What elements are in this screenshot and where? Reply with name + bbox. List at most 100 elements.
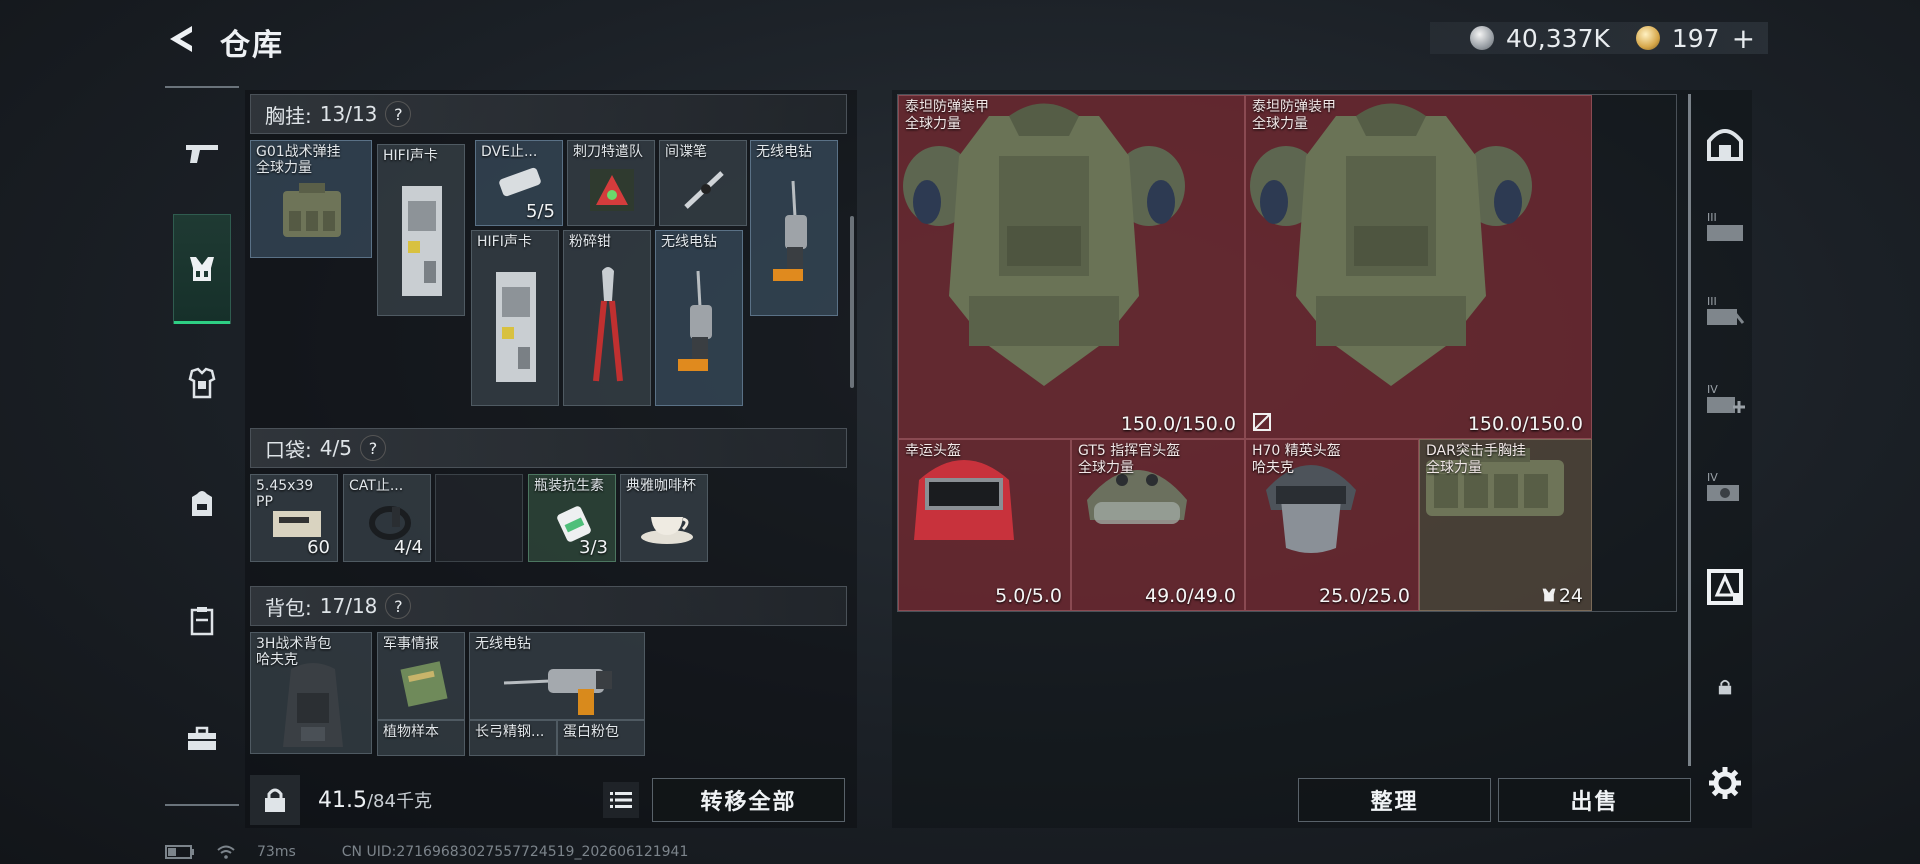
item-slot[interactable]: HIFI声卡 <box>377 144 465 316</box>
list-view-button[interactable] <box>603 782 639 818</box>
item-slot[interactable]: 植物样本 <box>377 720 465 756</box>
item-name: CAT止... <box>349 478 404 494</box>
item-slot[interactable]: 间谍笔 <box>659 140 747 226</box>
item-name: GT5 指挥官头盔 <box>1078 443 1181 459</box>
organize-button[interactable]: 整理 <box>1298 778 1491 822</box>
section-capacity: 17/18 <box>319 594 378 618</box>
back-arrow-icon[interactable] <box>164 22 198 56</box>
item-name: 无线电钻 <box>661 234 717 250</box>
item-faction: 全球力量 <box>1426 460 1482 476</box>
stash-item-slot[interactable]: GT5 指挥官头盔 全球力量 49.0/49.0 <box>1071 439 1245 611</box>
svg-text:III: III <box>1707 211 1717 224</box>
item-faction: 全球力量 <box>905 116 961 132</box>
section-label: 口袋: <box>265 437 312 462</box>
weight-current: 41.5 <box>318 788 367 813</box>
help-icon[interactable]: ? <box>359 435 386 461</box>
stash-tab-3[interactable]: IV <box>1702 376 1748 422</box>
item-name: DVE止... <box>481 144 538 160</box>
stash-item-slot[interactable]: 泰坦防弹装甲 全球力量 150.0/150.0 <box>1245 95 1592 439</box>
safe-box-icon <box>1707 129 1743 161</box>
pocket-slot[interactable]: 瓶装抗生素 3/3 <box>528 474 616 562</box>
patch-item-icon <box>590 169 634 211</box>
sound-card-item-icon <box>496 272 536 382</box>
help-icon[interactable]: ? <box>385 593 412 619</box>
user-uid: CN UID:2716968302755772451​9_20260612194… <box>341 844 689 860</box>
backpack-item-icon <box>283 663 343 747</box>
battery-icon <box>165 845 194 859</box>
item-durability: 150.0/150.0 <box>1120 413 1236 435</box>
pocket-slot[interactable]: CAT止... 4/4 <box>343 474 431 562</box>
toolbox-category-button[interactable] <box>173 710 231 768</box>
backpack-slot[interactable]: 3H战术背包 哈夫克 <box>250 632 372 754</box>
armor-icon <box>188 367 216 399</box>
item-name: HIFI声卡 <box>477 234 532 250</box>
stash-item-slot[interactable]: 泰坦防弹装甲 全球力量 150.0/150.0 <box>898 95 1245 439</box>
stash-grid: 泰坦防弹装甲 全球力量 150.0/150.0 泰坦防弹装甲 全球力量 150.… <box>897 94 1677 612</box>
item-uses: 4/4 <box>394 537 423 558</box>
item-name: 5.45x39 <box>256 478 314 494</box>
case-icon <box>190 607 214 636</box>
item-name: 植物样本 <box>383 724 439 740</box>
transfer-all-button[interactable]: 转移全部 <box>652 778 845 822</box>
item-slot[interactable]: 军事情报 <box>377 632 465 720</box>
backpack-category-button[interactable] <box>173 474 231 532</box>
item-faction: 全球力量 <box>1078 460 1134 476</box>
stash-item-slot[interactable]: DAR突击手胸挂 全球力量 24 <box>1419 439 1592 611</box>
item-durability: 150.0/150.0 <box>1467 413 1583 435</box>
silver-coin-icon <box>1470 26 1494 50</box>
help-icon[interactable]: ? <box>385 101 412 127</box>
list-icon <box>610 792 632 808</box>
power-drill-item-icon <box>503 669 612 715</box>
stash-tab-all[interactable] <box>1702 120 1748 166</box>
item-name: 泰坦防弹装甲 <box>1252 99 1336 115</box>
armor-category-button[interactable] <box>173 354 231 412</box>
stash-tab-5-active[interactable] <box>1702 564 1748 610</box>
lock-button[interactable] <box>250 775 300 825</box>
status-bar: 73ms CN UID:2716968302755772451​9_202606… <box>165 844 688 860</box>
item-name: 无线电钻 <box>756 144 812 160</box>
item-slot[interactable]: 蛋白粉包 <box>557 720 645 756</box>
add-currency-button[interactable]: + <box>1732 22 1755 55</box>
body-armor-item-icon <box>903 103 1185 386</box>
item-slot[interactable]: 无线电钻 <box>750 140 838 316</box>
pocket-slot[interactable]: 5.45x39 PP 60 <box>250 474 338 562</box>
settings-button[interactable] <box>1702 760 1748 806</box>
injector-item-icon <box>499 167 541 197</box>
empty-pocket-slot[interactable] <box>435 474 523 562</box>
ammo-tab-icon: IV <box>1707 471 1739 501</box>
item-slot[interactable]: DVE止... 5/5 <box>475 140 563 226</box>
lock-icon <box>1718 679 1732 695</box>
coffee-cup-item-icon <box>641 517 693 544</box>
stash-item-slot[interactable]: 幸运头盔 5.0/5.0 <box>898 439 1071 611</box>
item-slot[interactable]: 刺刀特遣队 <box>567 140 655 226</box>
section-label: 胸挂: <box>265 103 312 128</box>
chest-rig-item-icon <box>283 183 341 237</box>
item-name: 间谍笔 <box>665 144 707 160</box>
chest-rig-slot[interactable]: G01战术弹挂 全球力量 <box>250 140 372 258</box>
stash-tab-locked[interactable] <box>1702 664 1748 710</box>
stash-tab-2[interactable]: III <box>1702 288 1748 334</box>
equipment-scrollbar[interactable] <box>850 216 854 388</box>
stash-tab-4[interactable]: IV <box>1702 464 1748 510</box>
pocket-header: 口袋: 4/5 ? <box>250 428 847 468</box>
gun-icon <box>186 145 218 163</box>
item-name: HIFI声卡 <box>383 148 438 164</box>
pocket-slot[interactable]: 典雅咖啡杯 <box>620 474 708 562</box>
item-quantity: 60 <box>307 537 330 558</box>
item-slot[interactable]: 粉碎钳 <box>563 230 651 406</box>
weapon-category-button[interactable] <box>173 124 231 182</box>
container-category-button[interactable] <box>173 592 231 650</box>
item-name: 粉碎钳 <box>569 234 611 250</box>
chest-rig-category-button[interactable] <box>173 214 231 324</box>
stash-tab-1[interactable]: III <box>1702 204 1748 250</box>
item-capacity: 24 <box>1558 585 1583 607</box>
armor-tab-icon <box>1707 569 1743 605</box>
stash-item-slot[interactable]: H70 精英头盔 哈夫克 25.0/25.0 <box>1245 439 1419 611</box>
svg-text:IV: IV <box>1707 471 1718 484</box>
item-slot[interactable]: 无线电钻 <box>655 230 743 406</box>
item-slot[interactable]: HIFI声卡 <box>471 230 559 406</box>
item-faction: 哈夫克 <box>1252 460 1294 476</box>
item-slot[interactable]: 长弓精钢... <box>469 720 557 756</box>
item-slot[interactable]: 无线电钻 <box>469 632 645 720</box>
sell-button[interactable]: 出售 <box>1498 778 1691 822</box>
